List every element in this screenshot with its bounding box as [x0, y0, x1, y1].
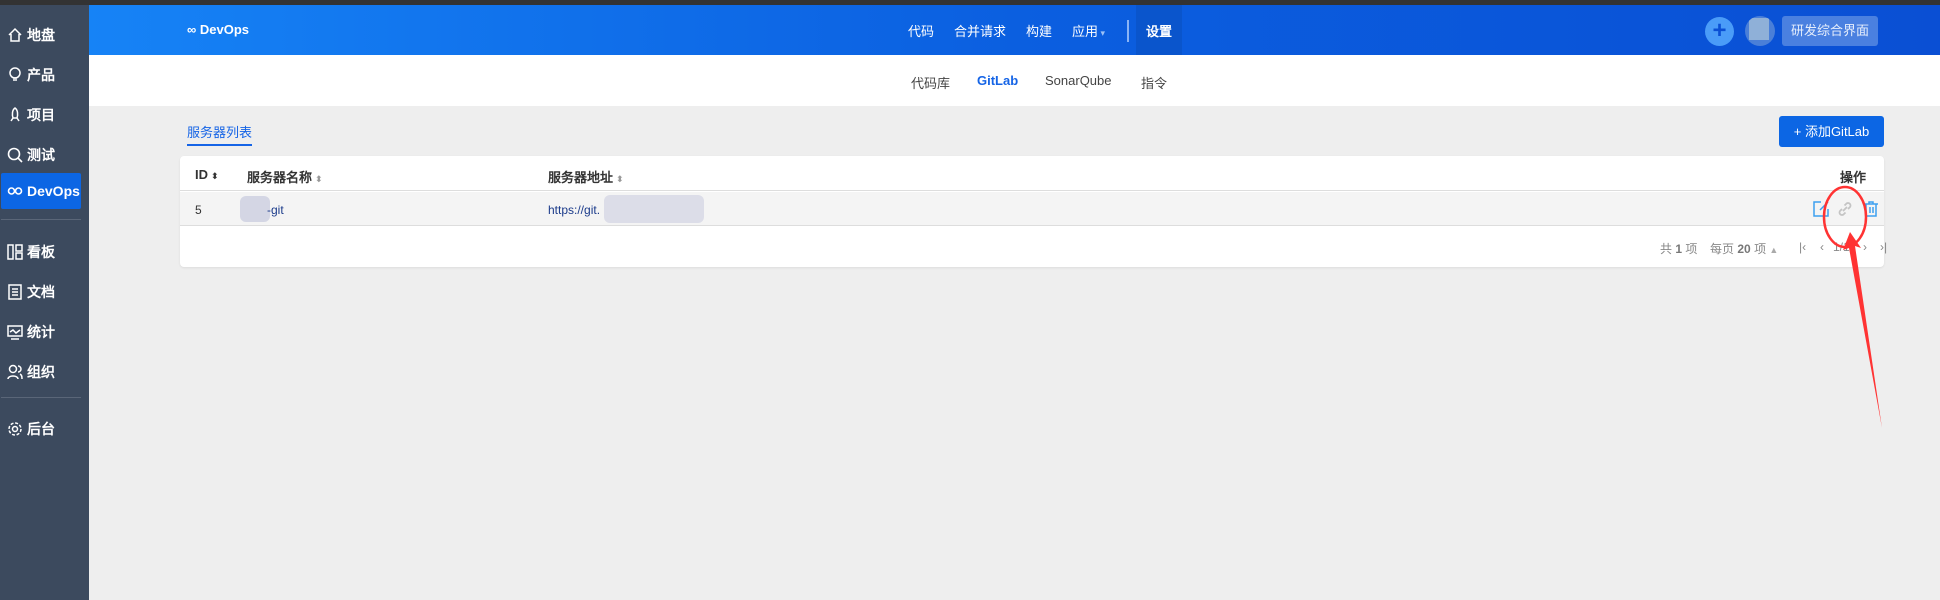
- add-gitlab-button[interactable]: + 添加GitLab: [1779, 116, 1884, 147]
- kanban-icon: [7, 244, 23, 260]
- sidebar-item-label: 看板: [27, 244, 55, 260]
- column-actions: 操作: [1840, 170, 1867, 185]
- page-indicator: 1/1: [1833, 240, 1850, 254]
- sidebar-item-label: 测试: [27, 147, 55, 163]
- column-label: 服务器名称: [247, 170, 313, 185]
- link-icon[interactable]: [1836, 200, 1854, 218]
- app-switch-button[interactable]: 研发综合界面: [1782, 16, 1878, 46]
- sidebar-item-label: 文档: [27, 284, 55, 300]
- sidebar-item-docs[interactable]: 文档: [6, 277, 80, 307]
- gear-icon: [8, 422, 22, 436]
- nav-code[interactable]: 代码: [908, 21, 934, 40]
- sidebar-item-label: 产品: [27, 67, 55, 83]
- sidebar-item-product[interactable]: 产品: [6, 60, 80, 90]
- pager-total-count: 1: [1675, 242, 1683, 256]
- first-page-icon[interactable]: |‹: [1799, 240, 1806, 254]
- nav-divider: [1127, 20, 1129, 42]
- last-page-icon[interactable]: ›|: [1880, 240, 1887, 254]
- sort-icon: ⬍: [211, 171, 219, 181]
- cell-id: 5: [195, 203, 202, 217]
- nav-build[interactable]: 构建: [1026, 21, 1052, 40]
- document-icon: [8, 284, 22, 300]
- sidebar-divider: [1, 397, 81, 398]
- pager-total: 共 1 项: [1660, 240, 1697, 257]
- sub-nav: 代码库 GitLab SonarQube 指令: [89, 55, 1940, 106]
- create-plus-button[interactable]: +: [1705, 17, 1734, 46]
- pager-per-page[interactable]: 每页 20 项 ▲: [1710, 240, 1778, 257]
- sort-icon: ⬍: [315, 174, 323, 184]
- sidebar-item-label: 项目: [27, 107, 55, 123]
- users-icon: [7, 364, 23, 380]
- nav-app[interactable]: 应用 ▾: [1072, 21, 1105, 40]
- caret-up-icon: ▲: [1769, 245, 1779, 255]
- subnav-repo[interactable]: 代码库: [911, 73, 950, 92]
- subnav-gitlab[interactable]: GitLab: [977, 73, 1018, 88]
- sidebar-item-label: 统计: [27, 324, 55, 340]
- cell-url[interactable]: https://git.: [548, 203, 600, 217]
- prev-page-icon[interactable]: ‹: [1820, 240, 1824, 254]
- column-label: ID: [195, 167, 208, 182]
- table-header: ID ⬍ 服务器名称 ⬍ 服务器地址 ⬍ 操作: [180, 156, 1884, 191]
- sidebar-item-devops[interactable]: DevOps: [1, 173, 81, 209]
- lightbulb-icon: [9, 67, 21, 81]
- column-name[interactable]: 服务器名称 ⬍: [247, 167, 323, 186]
- sidebar-divider: [1, 219, 81, 220]
- top-header: ∞ DevOps 代码 合并请求 构建 应用 ▾ 设置 + 研发综合界面: [89, 5, 1940, 55]
- sidebar-item-stats[interactable]: 统计: [6, 317, 80, 347]
- sidebar-item-home[interactable]: 地盘: [6, 20, 80, 50]
- infinity-icon: [7, 187, 23, 195]
- caret-down-icon: ▾: [1098, 27, 1106, 38]
- main-nav: 代码 合并请求 构建 应用 ▾ 设置: [89, 5, 1940, 55]
- nav-app-label: 应用: [1072, 23, 1099, 39]
- server-table: ID ⬍ 服务器名称 ⬍ 服务器地址 ⬍ 操作 5 -git https://git.…: [180, 156, 1887, 267]
- column-url[interactable]: 服务器地址 ⬍: [548, 167, 624, 186]
- sidebar-item-label: DevOps: [27, 183, 80, 199]
- subnav-sonarqube[interactable]: SonarQube: [1045, 73, 1112, 88]
- edit-icon[interactable]: [1812, 200, 1830, 218]
- subnav-commands[interactable]: 指令: [1141, 73, 1167, 92]
- cell-name[interactable]: -git: [267, 203, 284, 217]
- sidebar-item-project[interactable]: 项目: [6, 100, 80, 130]
- avatar[interactable]: [1745, 16, 1775, 46]
- tab-server-list[interactable]: 服务器列表: [187, 122, 253, 146]
- nav-settings[interactable]: 设置: [1146, 21, 1172, 40]
- pager-text: 共: [1660, 242, 1673, 256]
- pager-text: 每页: [1710, 242, 1735, 256]
- sort-icon: ⬍: [616, 174, 624, 184]
- chart-icon: [7, 325, 23, 340]
- sidebar: 地盘 产品 项目 测试 DevOps 看板 文档 统计 组织 后台: [0, 5, 89, 600]
- redaction-blur: [604, 195, 704, 223]
- sidebar-item-org[interactable]: 组织: [6, 357, 80, 387]
- pager-per-page-count: 20: [1737, 242, 1751, 256]
- sidebar-item-label: 组织: [27, 364, 55, 380]
- pager-text: 项: [1754, 242, 1767, 256]
- table-row: 5 -git https://git.: [180, 192, 1884, 226]
- pager-text: 项: [1685, 242, 1698, 256]
- sidebar-item-test[interactable]: 测试: [6, 140, 80, 170]
- search-icon: [7, 147, 23, 163]
- column-id[interactable]: ID ⬍: [195, 167, 219, 182]
- sidebar-item-label: 地盘: [27, 27, 55, 43]
- nav-merge-request[interactable]: 合并请求: [954, 21, 1006, 40]
- delete-icon[interactable]: [1862, 200, 1880, 218]
- sidebar-item-admin[interactable]: 后台: [6, 414, 80, 444]
- redaction-blur: [240, 196, 270, 222]
- sidebar-item-kanban[interactable]: 看板: [6, 237, 80, 267]
- column-label: 服务器地址: [548, 170, 614, 185]
- sidebar-item-label: 后台: [27, 421, 55, 437]
- home-icon: [8, 27, 22, 42]
- next-page-icon[interactable]: ›: [1863, 240, 1867, 254]
- rocket-icon: [10, 107, 20, 122]
